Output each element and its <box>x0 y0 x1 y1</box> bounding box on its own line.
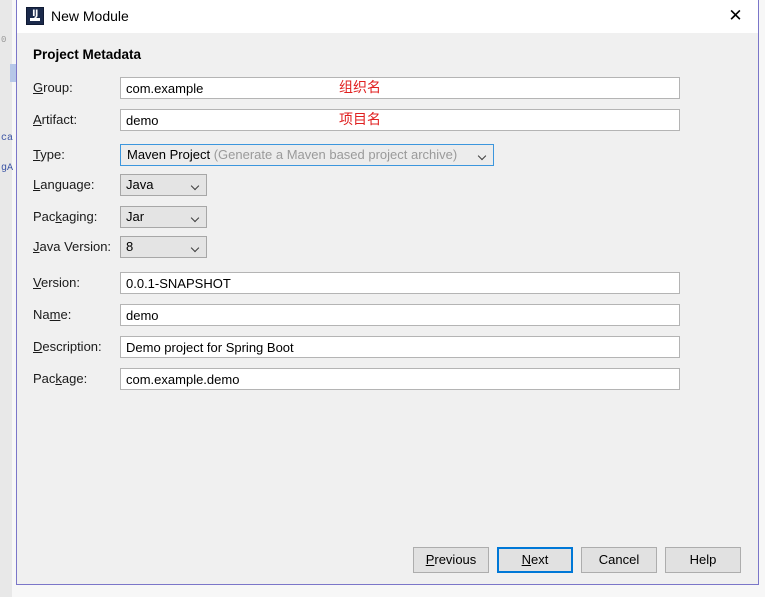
label-artifact: Artifact: <box>33 112 78 127</box>
type-combobox-hint: (Generate a Maven based project archive) <box>213 147 458 162</box>
chevron-down-icon <box>192 183 199 187</box>
packaging-combobox[interactable]: Jar <box>120 206 207 228</box>
form-row-package: Package: <box>17 368 758 390</box>
dialog-titlebar: IJ New Module ✕ <box>17 0 758 33</box>
label-packaging: Packaging: <box>33 209 98 224</box>
form-row-version: Version: <box>17 272 758 294</box>
type-combobox-value: Maven Project (Generate a Maven based pr… <box>127 147 458 162</box>
language-combobox-value: Java <box>126 177 154 192</box>
previous-button[interactable]: Previous <box>413 547 489 573</box>
chevron-down-icon <box>192 215 199 219</box>
dialog-content: Project Metadata Group: Artifact: Type: … <box>17 33 758 533</box>
help-button[interactable]: Help <box>665 547 741 573</box>
chevron-down-icon <box>192 245 199 249</box>
next-button[interactable]: Next <box>497 547 573 573</box>
form-row-name: Name: <box>17 304 758 326</box>
ide-tool-strip <box>0 0 12 597</box>
type-combobox[interactable]: Maven Project (Generate a Maven based pr… <box>120 144 494 166</box>
package-input[interactable] <box>120 368 680 390</box>
description-input[interactable] <box>120 336 680 358</box>
label-name: Name: <box>33 307 72 322</box>
close-icon[interactable]: ✕ <box>713 0 758 32</box>
label-package: Package: <box>33 371 88 386</box>
chevron-down-icon <box>479 153 486 157</box>
form-row-artifact: Artifact: <box>17 109 758 131</box>
name-input[interactable] <box>120 304 680 326</box>
cancel-button[interactable]: Cancel <box>581 547 657 573</box>
label-description: Description: <box>33 339 102 354</box>
label-language: Language: <box>33 177 95 192</box>
language-combobox[interactable]: Java <box>120 174 207 196</box>
editor-gutter-line-number: 0 <box>1 35 7 45</box>
form-row-language: Language: Java <box>17 174 758 196</box>
version-input[interactable] <box>120 272 680 294</box>
label-group: Group: <box>33 80 73 95</box>
artifact-input[interactable] <box>120 109 680 131</box>
form-row-java-version: Java Version: 8 <box>17 236 758 258</box>
java-version-combobox[interactable]: 8 <box>120 236 207 258</box>
label-java-version: Java Version: <box>33 239 112 254</box>
java-version-combobox-value: 8 <box>126 239 134 254</box>
app-icon-bar <box>30 18 40 21</box>
label-type: Type: <box>33 147 65 162</box>
editor-code-fragment: gA <box>1 163 14 174</box>
intellij-idea-icon: IJ <box>26 7 44 25</box>
section-title: Project Metadata <box>33 47 142 62</box>
form-row-description: Description: <box>17 336 758 358</box>
editor-code-fragment: ca <box>1 133 14 144</box>
new-module-dialog: IJ New Module ✕ Project Metadata Group: … <box>16 0 759 585</box>
window-title: New Module <box>51 8 129 24</box>
packaging-combobox-value: Jar <box>126 209 145 224</box>
annotation-group-chinese: 组织名 <box>339 80 381 96</box>
form-row-group: Group: <box>17 77 758 99</box>
annotation-artifact-chinese: 项目名 <box>339 112 381 128</box>
form-row-type: Type: Maven Project (Generate a Maven ba… <box>17 144 758 166</box>
group-input[interactable] <box>120 77 680 99</box>
label-version: Version: <box>33 275 80 290</box>
dialog-button-bar: Previous Next Cancel Help <box>17 534 758 584</box>
form-row-packaging: Packaging: Jar <box>17 206 758 228</box>
